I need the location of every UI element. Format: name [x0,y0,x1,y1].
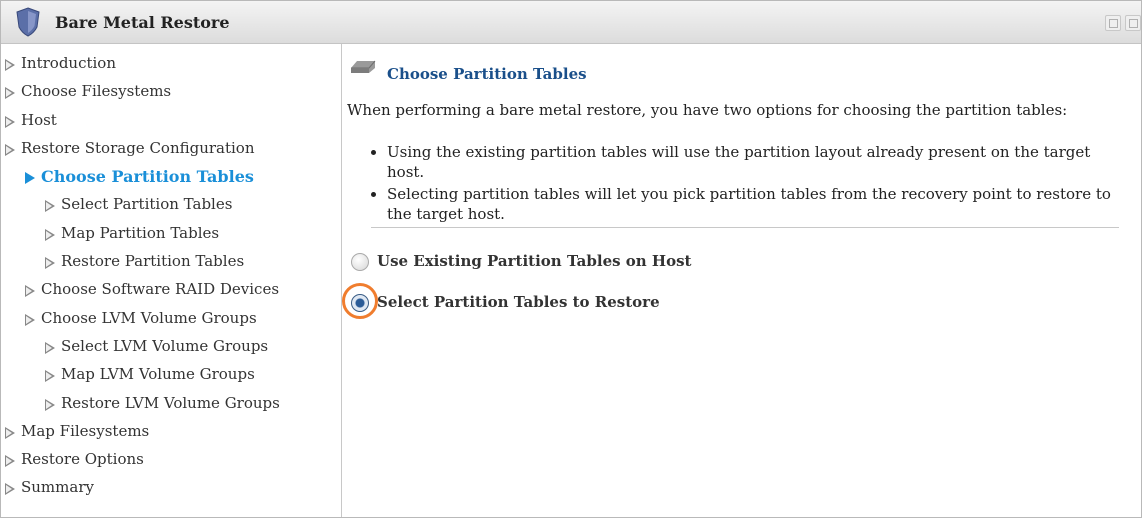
shield-icon [16,7,40,37]
close-icon [1129,19,1138,28]
sidebar-item-label: Map Partition Tables [61,223,220,242]
sidebar-item[interactable]: Host [1,111,341,139]
intro-text: When performing a bare metal restore, yo… [347,101,1068,119]
bullet-icon [371,150,376,155]
sidebar-item[interactable]: Select LVM Volume Groups [1,337,341,365]
triangle-right-icon [5,115,15,128]
triangle-right-icon [25,313,35,326]
sidebar-item-label: Choose Software RAID Devices [41,280,280,299]
sidebar-item[interactable]: Restore Options [1,450,341,478]
triangle-right-icon [45,257,55,270]
section-header: Choose Partition Tables [343,44,1141,83]
sidebar-item[interactable]: Introduction [1,54,341,82]
close-button[interactable] [1125,15,1141,31]
use-existing-label[interactable]: Use Existing Partition Tables on Host [377,252,691,270]
bullet-text: Selecting partition tables will let you … [387,185,1111,223]
sidebar-item-label: Map Filesystems [21,421,150,440]
triangle-right-icon [45,200,55,213]
highlight-ring [342,283,378,319]
triangle-right-icon [5,143,15,156]
sidebar-item-label: Choose Filesystems [21,82,172,101]
triangle-right-icon [45,228,55,241]
sidebar-item-label: Choose LVM Volume Groups [41,308,257,327]
window-title: Bare Metal Restore [55,13,230,32]
divider [371,227,1119,228]
sidebar-item[interactable]: Summary [1,478,341,506]
sidebar-item[interactable]: Choose LVM Volume Groups [1,309,341,337]
sidebar-item-label: Summary [21,478,94,497]
list-item: Using the existing partition tables will… [371,142,1131,182]
triangle-right-icon [25,172,35,185]
sidebar-item[interactable]: Restore Partition Tables [1,252,341,280]
sidebar-item-label: Restore Storage Configuration [21,138,255,157]
use-existing-radio[interactable] [351,253,369,271]
sidebar-item[interactable]: Choose Partition Tables [1,167,341,195]
wizard-nav: Introduction Choose Filesystems Host Restor… [1,54,341,507]
wizard-nav-sidebar: Introduction Choose Filesystems Host Restor… [1,44,342,517]
sidebar-item-label: Restore LVM Volume Groups [61,393,280,412]
triangle-right-icon [5,59,15,71]
sidebar-item-label: Introduction [21,54,116,72]
option-descriptions: Using the existing partition tables will… [371,142,1131,226]
sidebar-item-label: Select Partition Tables [61,195,233,214]
triangle-right-icon [5,483,15,496]
select-tables-label[interactable]: Select Partition Tables to Restore [377,293,660,311]
triangle-right-icon [25,285,35,298]
title-bar: Bare Metal Restore [1,1,1141,44]
sidebar-item[interactable]: Choose Software RAID Devices [1,280,341,308]
sidebar-item-label: Map LVM Volume Groups [61,365,255,384]
disk-icon [351,60,376,73]
maximize-button[interactable] [1105,15,1121,31]
sidebar-item[interactable]: Map Partition Tables [1,224,341,252]
triangle-right-icon [45,398,55,411]
triangle-right-icon [5,455,15,468]
list-item: Selecting partition tables will let you … [371,184,1131,224]
bullet-text: Using the existing partition tables will… [387,143,1091,181]
maximize-icon [1109,19,1118,28]
sidebar-item-label: Restore Options [21,450,144,469]
triangle-right-icon [45,341,55,354]
sidebar-item-label: Choose Partition Tables [41,167,254,187]
triangle-right-icon [45,370,55,383]
triangle-right-icon [5,87,15,100]
sidebar-item[interactable]: Restore Storage Configuration [1,139,341,167]
main-panel: Choose Partition Tables When performing … [342,44,1141,517]
sidebar-item-label: Select LVM Volume Groups [61,336,269,355]
triangle-right-icon [5,426,15,439]
sidebar-item[interactable]: Choose Filesystems [1,82,341,110]
bare-metal-restore-window: Bare Metal Restore Introduction Choose Fi… [0,0,1142,518]
sidebar-item-label: Restore Partition Tables [61,252,245,271]
section-title: Choose Partition Tables [387,65,587,83]
sidebar-item-label: Host [21,110,57,129]
sidebar-item[interactable]: Map LVM Volume Groups [1,365,341,393]
bullet-icon [371,192,376,197]
sidebar-item[interactable]: Select Partition Tables [1,195,341,223]
sidebar-item[interactable]: Map Filesystems [1,422,341,450]
sidebar-item[interactable]: Restore LVM Volume Groups [1,394,341,422]
